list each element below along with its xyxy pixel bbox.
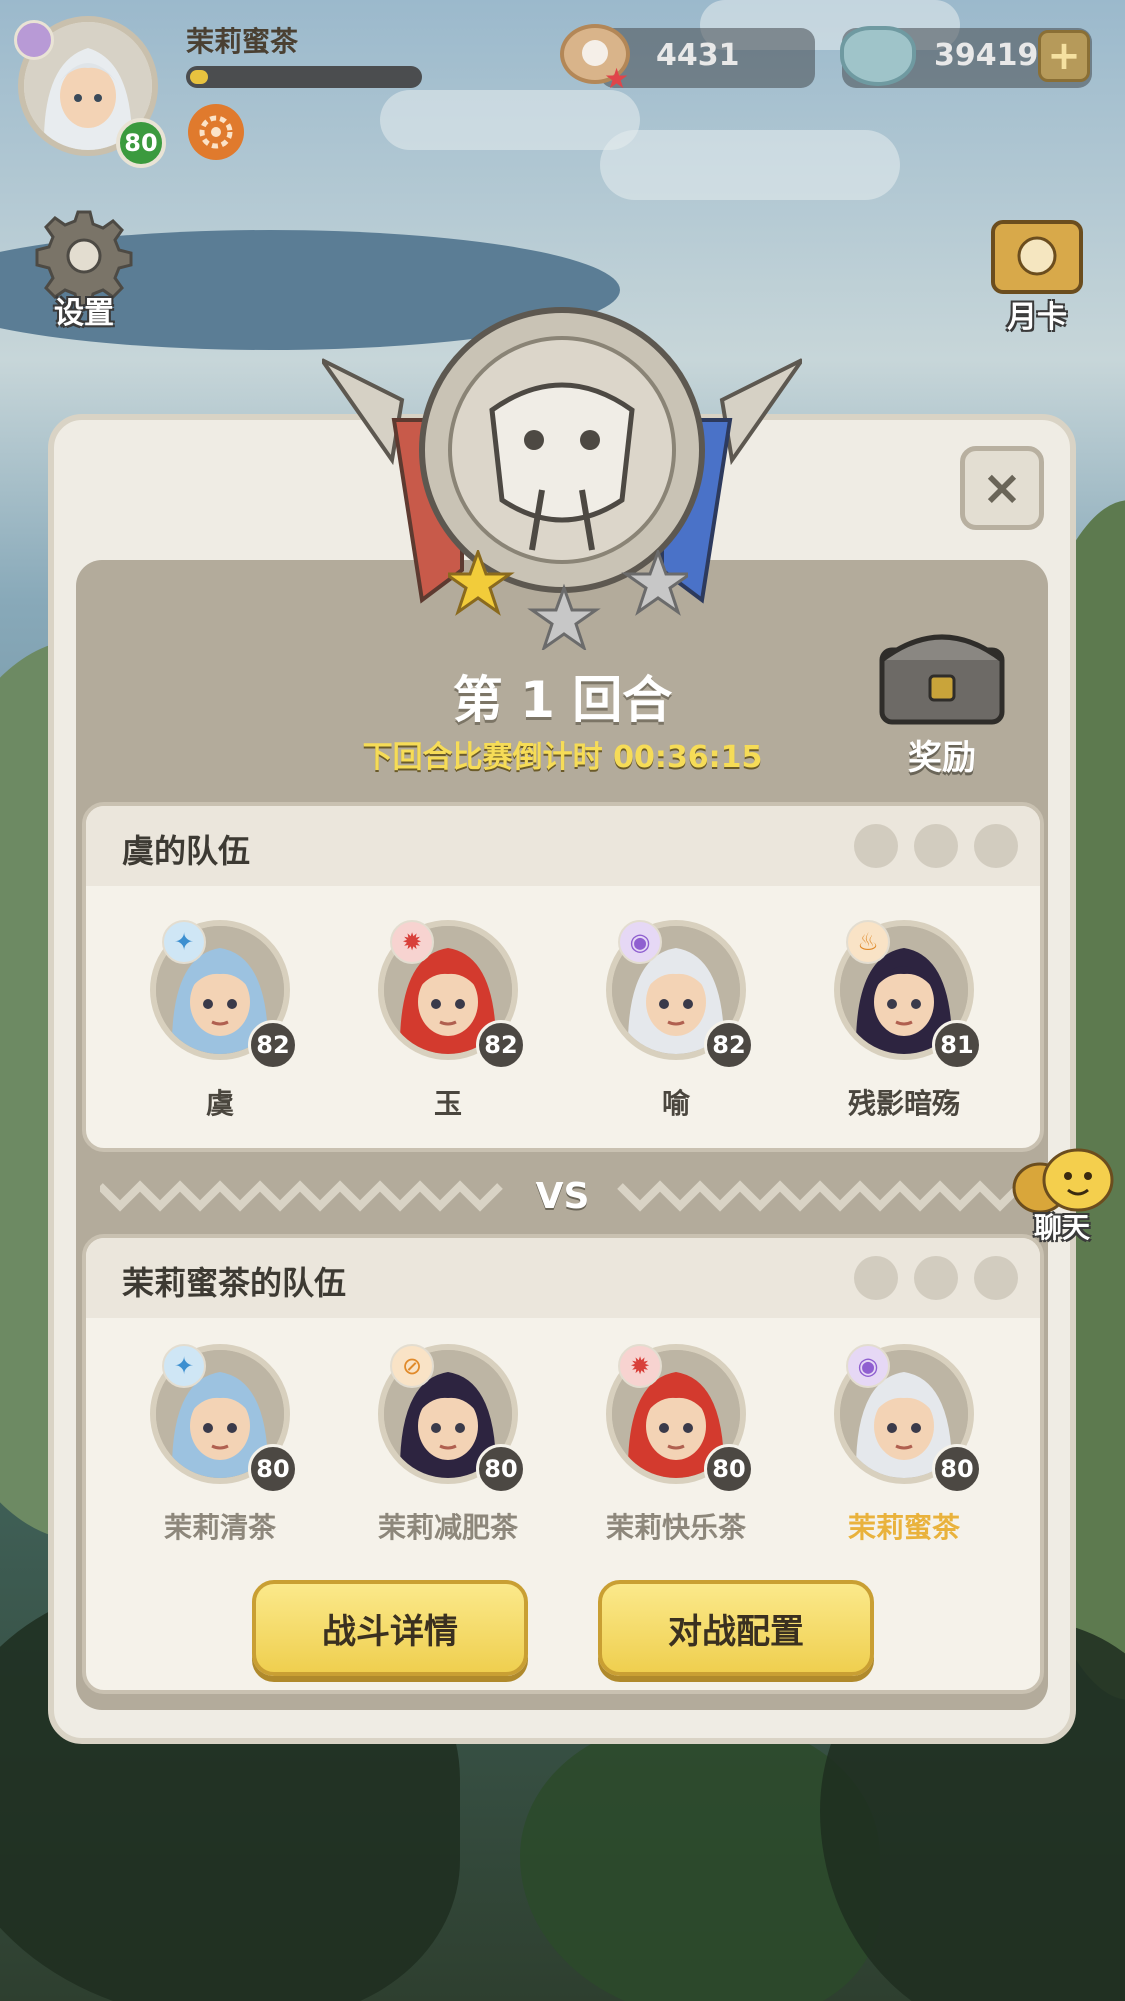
chat-button[interactable]: 聊天 xyxy=(1010,1148,1125,1248)
star-icon xyxy=(448,550,515,616)
team-b-panel: 茉莉蜜茶的队伍 ✦ 80 茉莉清茶 ⊘ 80 茉莉减肥茶 ✹ 80 茉莉快乐茶 ◉ 80 茉莉蜜茶 xyxy=(82,1234,1044,1694)
star-icon xyxy=(527,583,601,650)
close-button[interactable]: × xyxy=(960,446,1044,530)
fire-element-icon: ✹ xyxy=(618,1344,662,1388)
team-b-name: 茉莉蜜茶的队伍 xyxy=(122,1264,347,1302)
xp-bar xyxy=(186,66,422,88)
vs-label: VS xyxy=(535,1176,590,1217)
slot-dot xyxy=(974,1256,1018,1300)
pearl-shell-icon xyxy=(840,26,916,86)
member-level-badge: 82 xyxy=(476,1020,526,1070)
water-element-icon: ✦ xyxy=(162,1344,206,1388)
slot-dot xyxy=(854,824,898,868)
member-name: 喻 xyxy=(661,1087,690,1120)
member-level-badge: 80 xyxy=(932,1444,982,1494)
add-currency-button[interactable]: + xyxy=(1038,30,1090,82)
battle-details-button[interactable]: 战斗详情 xyxy=(252,1580,528,1676)
team-member[interactable]: ✹ 80 茉莉快乐茶 xyxy=(586,1344,766,1546)
team-b-header: 茉莉蜜茶的队伍 xyxy=(86,1238,1040,1318)
treasure-chest-icon xyxy=(879,634,1005,725)
slot-dot xyxy=(974,824,1018,868)
member-level-badge: 80 xyxy=(476,1444,526,1494)
member-level-badge: 80 xyxy=(704,1444,754,1494)
team-a-panel: 虞的队伍 ✦ 82 虞 ✹ 82 玉 ◉ 82 喻 ♨ 81 残影暗殇 xyxy=(82,802,1044,1152)
member-name: 残影暗殇 xyxy=(847,1087,960,1120)
player-name: 茉莉蜜茶 xyxy=(186,25,299,58)
shell-currency: 4431 xyxy=(600,28,815,88)
member-level-badge: 82 xyxy=(704,1020,754,1070)
team-member[interactable]: ♨ 81 残影暗殇 xyxy=(814,920,994,1122)
team-a-header: 虞的队伍 xyxy=(86,806,1040,886)
team-member[interactable]: ◉ 80 茉莉蜜茶 xyxy=(814,1344,994,1546)
member-name: 茉莉快乐茶 xyxy=(605,1511,746,1544)
flame-element-icon: ♨ xyxy=(846,920,890,964)
shadow-element-icon: ◉ xyxy=(618,920,662,964)
slot-dot xyxy=(914,824,958,868)
monthly-card-button[interactable]: 月卡 xyxy=(982,216,1092,336)
member-level-badge: 82 xyxy=(248,1020,298,1070)
pearl-amount: 39419 xyxy=(934,38,1039,73)
member-name: 玉 xyxy=(433,1087,462,1120)
water-element-icon: ✦ xyxy=(162,920,206,964)
element-shadow-icon xyxy=(14,20,54,60)
status-buff-icon[interactable] xyxy=(188,104,244,160)
team-member[interactable]: ✦ 82 虞 xyxy=(130,920,310,1122)
round-stars xyxy=(448,550,688,650)
slot-dot xyxy=(854,1256,898,1300)
member-name: 虞 xyxy=(205,1087,234,1120)
battle-config-button[interactable]: 对战配置 xyxy=(598,1580,874,1676)
reward-label: 奖励 xyxy=(908,738,976,778)
member-name: 茉莉蜜茶 xyxy=(847,1511,960,1544)
shell-icon: ★ xyxy=(560,24,630,95)
slot-dot xyxy=(914,1256,958,1300)
fire-element-icon: ✹ xyxy=(390,920,434,964)
team-member[interactable]: ⊘ 80 茉莉减肥茶 xyxy=(358,1344,538,1546)
member-level-badge: 80 xyxy=(248,1444,298,1494)
player-level-badge: 80 xyxy=(116,118,166,168)
member-level-badge: 81 xyxy=(932,1020,982,1070)
xp-bar-fill xyxy=(190,70,209,84)
shadow-element-icon: ◉ xyxy=(846,1344,890,1388)
chat-label: 聊天 xyxy=(1034,1211,1091,1244)
team-member[interactable]: ✦ 80 茉莉清茶 xyxy=(130,1344,310,1546)
member-name: 茉莉清茶 xyxy=(163,1511,276,1544)
monthly-card-icon xyxy=(991,220,1083,294)
star-icon xyxy=(621,550,688,616)
disabled-element-icon: ⊘ xyxy=(390,1344,434,1388)
team-member[interactable]: ✹ 82 玉 xyxy=(358,920,538,1122)
team-member[interactable]: ◉ 82 喻 xyxy=(586,920,766,1122)
shell-amount: 4431 xyxy=(656,38,740,73)
team-a-name: 虞的队伍 xyxy=(122,832,251,870)
reward-button[interactable]: 奖励 xyxy=(872,620,1012,778)
member-name: 茉莉减肥茶 xyxy=(377,1511,518,1544)
settings-button[interactable]: 设置 xyxy=(28,206,140,332)
